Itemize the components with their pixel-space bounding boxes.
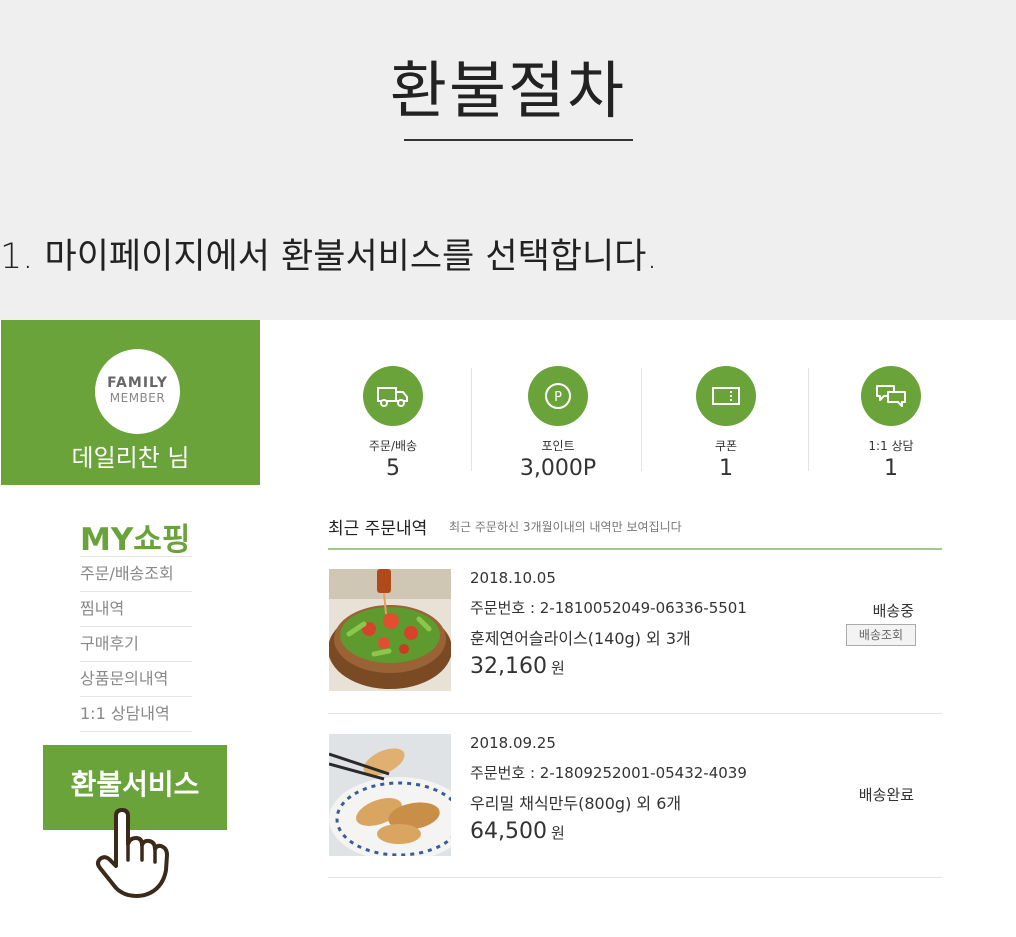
stat-divider (641, 368, 642, 471)
sidebar-menu: 주문/배송조회 찜내역 구매후기 상품문의내역 1:1 상담내역 (80, 556, 192, 732)
sidebar-item-reviews[interactable]: 구매후기 (80, 627, 192, 662)
stat-coupons[interactable]: 쿠폰 1 (661, 366, 791, 481)
recent-orders-header: 최근 주문내역 최근 주문하신 3개월이내의 내역만 보여집니다 (328, 514, 942, 550)
order-status: 배송중 (872, 602, 914, 620)
sidebar-title: MY쇼핑 (80, 522, 191, 558)
recent-orders-subtitle: 최근 주문하신 3개월이내의 내역만 보여집니다 (449, 520, 682, 534)
badge-line2: MEMBER (109, 391, 166, 405)
point-icon: P (528, 366, 588, 426)
stat-divider (471, 368, 472, 471)
stat-order-delivery[interactable]: 주문/배송 5 (328, 366, 458, 481)
track-delivery-button[interactable]: 배송조회 (846, 624, 916, 646)
chat-bubbles-icon (861, 366, 921, 426)
member-name: 데일리찬 님 (71, 444, 190, 472)
recent-orders-title: 최근 주문내역 (328, 519, 428, 539)
price-currency: 원 (550, 659, 565, 677)
dumpling-product-image[interactable] (329, 734, 451, 856)
stat-divider (808, 368, 809, 471)
order-row[interactable]: 2018.09.25 주문번호 : 2-1809252001-05432-403… (328, 713, 942, 878)
order-price: 32,160 원 (470, 654, 565, 679)
member-card: FAMILY MEMBER 데일리찬 님 (1, 320, 260, 485)
sidebar-item-consultations[interactable]: 1:1 상담내역 (80, 697, 192, 732)
stat-consultations[interactable]: 1:1 상담 1 (826, 366, 956, 481)
truck-icon (363, 366, 423, 426)
stat-value: 1 (884, 456, 898, 481)
stat-label: 1:1 상담 (868, 439, 914, 453)
badge-line1: FAMILY (107, 375, 168, 391)
mypage-panel: FAMILY MEMBER 데일리찬 님 MY쇼핑 주문/배송조회 찜내역 구매… (0, 320, 1016, 937)
stat-label: 주문/배송 (368, 439, 418, 453)
price-currency: 원 (550, 824, 565, 842)
price-amount: 32,160 (470, 654, 547, 679)
sidebar-item-product-inquiries[interactable]: 상품문의내역 (80, 662, 192, 697)
price-amount: 64,500 (470, 819, 547, 844)
order-date: 2018.09.25 (470, 734, 556, 752)
salad-product-image[interactable] (329, 569, 451, 691)
stat-label: 쿠폰 (714, 439, 738, 453)
order-item-name[interactable]: 우리밀 채식만두(800g) 외 6개 (470, 790, 681, 814)
pointing-hand-icon (96, 808, 169, 898)
order-price: 64,500 원 (470, 819, 565, 844)
sidebar-item-order-delivery[interactable]: 주문/배송조회 (80, 557, 192, 592)
sidebar-item-wishlist[interactable]: 찜내역 (80, 592, 192, 627)
family-member-badge: FAMILY MEMBER (95, 349, 180, 434)
step-heading: 1. 마이페이지에서 환불서비스를 선택합니다. (0, 237, 658, 277)
order-number: 주문번호 : 2-1809252001-05432-4039 (470, 764, 747, 782)
stat-points[interactable]: P 포인트 3,000P (493, 366, 623, 481)
coupon-icon (696, 366, 756, 426)
stat-value: 1 (719, 456, 733, 481)
order-date: 2018.10.05 (470, 569, 556, 587)
order-number: 주문번호 : 2-1810052049-06336-5501 (470, 599, 747, 617)
stat-value: 3,000P (519, 456, 597, 481)
title-underline (404, 139, 633, 141)
stat-label: 포인트 (541, 439, 575, 453)
order-status: 배송완료 (858, 786, 914, 804)
page-title: 환불절차 (389, 54, 627, 127)
order-row[interactable]: 2018.10.05 주문번호 : 2-1810052049-06336-550… (328, 549, 942, 714)
stat-value: 5 (386, 456, 400, 481)
order-item-name[interactable]: 훈제연어슬라이스(140g) 외 3개 (470, 625, 691, 649)
svg-text:P: P (554, 390, 562, 405)
